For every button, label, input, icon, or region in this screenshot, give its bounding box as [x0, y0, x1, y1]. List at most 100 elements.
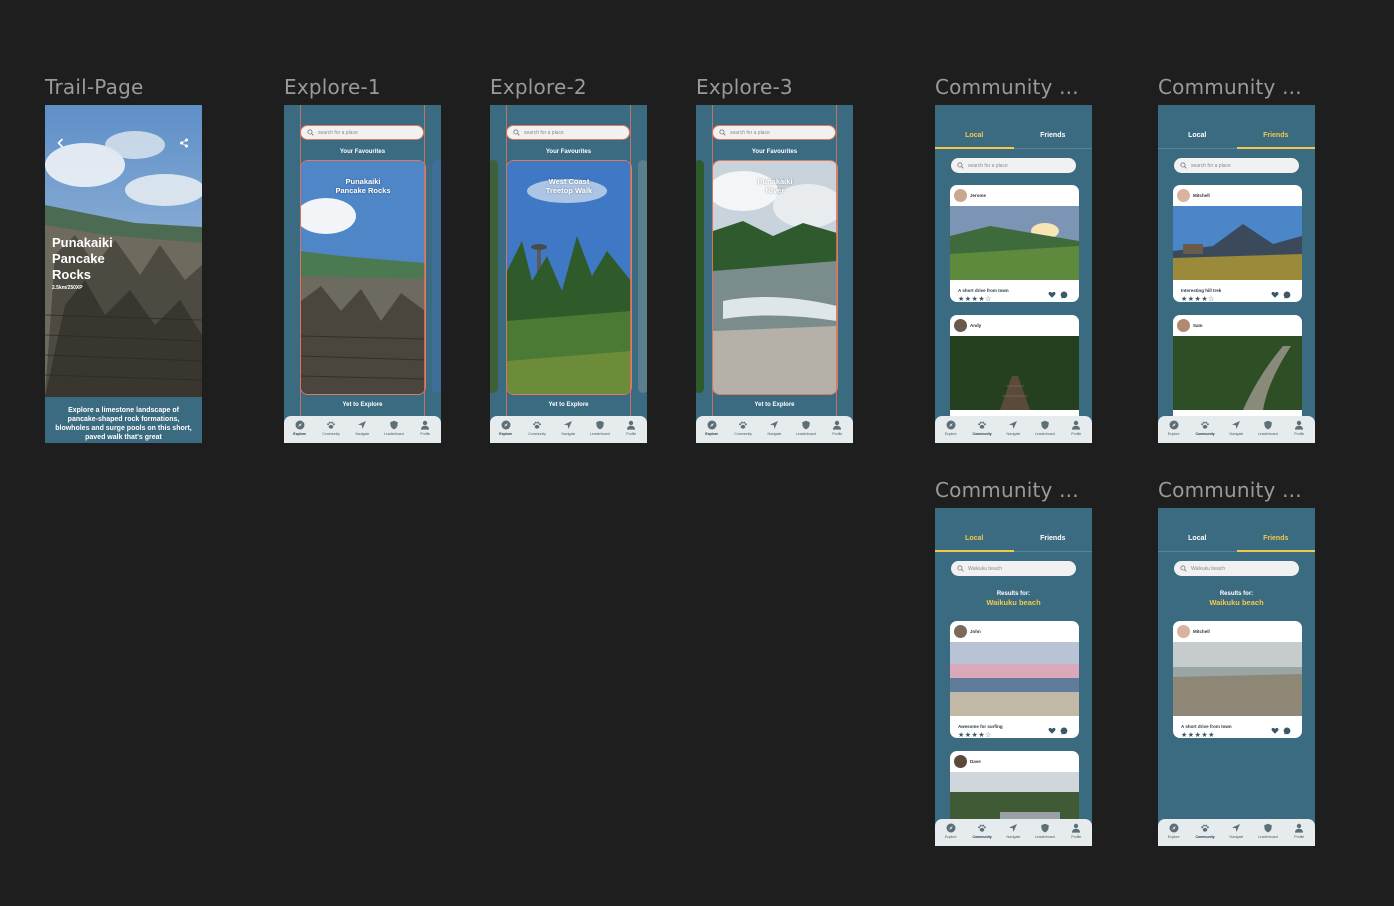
- nav-profile[interactable]: Profile: [1061, 823, 1091, 839]
- nav-leaderboard[interactable]: Leaderboard: [585, 420, 615, 436]
- person-icon: [1071, 420, 1081, 430]
- nav-profile[interactable]: Profile: [410, 420, 440, 436]
- heart-icon[interactable]: [1271, 291, 1279, 298]
- tab-local[interactable]: Local: [935, 131, 1014, 149]
- trail-page-frame[interactable]: Punakaiki Pancake Rocks 2.5km/250XP Expl…: [45, 105, 202, 443]
- previous-card-peek[interactable]: [490, 160, 498, 393]
- nav-community[interactable]: Community: [728, 420, 758, 436]
- comment-icon[interactable]: [1060, 291, 1068, 299]
- nav-navigate[interactable]: Navigate: [998, 420, 1028, 436]
- post-image: [1173, 206, 1302, 280]
- search-input[interactable]: Waikuku beach: [951, 561, 1076, 576]
- previous-card-peek[interactable]: [696, 160, 704, 393]
- nav-navigate[interactable]: Navigate: [759, 420, 789, 436]
- nav-profile[interactable]: Profile: [1061, 420, 1091, 436]
- nav-explore[interactable]: Explore: [1159, 420, 1189, 436]
- search-input[interactable]: search for a place: [300, 125, 424, 140]
- tab-friends[interactable]: Friends: [1236, 534, 1315, 552]
- tab-local[interactable]: Local: [1158, 534, 1237, 552]
- favourite-card[interactable]: Punakaiki River: [712, 160, 838, 395]
- search-input[interactable]: search for a place: [506, 125, 630, 140]
- heart-icon[interactable]: [1048, 291, 1056, 298]
- search-input[interactable]: Waikuku beach: [1174, 561, 1299, 576]
- post-header: Andy: [950, 315, 1079, 336]
- nav-explore[interactable]: Explore: [697, 420, 727, 436]
- nav-leaderboard[interactable]: Leaderboard: [1030, 823, 1060, 839]
- post-card[interactable]: Mitchell A short drive from town ★★★★★: [1173, 621, 1302, 738]
- favourite-card[interactable]: West Coast Treetop Walk: [506, 160, 632, 395]
- nav-label: Navigate: [1006, 835, 1021, 839]
- nav-navigate[interactable]: Navigate: [1221, 420, 1251, 436]
- tab-local[interactable]: Local: [1158, 131, 1237, 149]
- nav-explore[interactable]: Explore: [1159, 823, 1189, 839]
- nav-explore[interactable]: Explore: [285, 420, 315, 436]
- avatar: [1177, 189, 1190, 202]
- nav-community[interactable]: Community: [967, 420, 997, 436]
- post-card[interactable]: Andy: [950, 315, 1079, 432]
- tab-local[interactable]: Local: [935, 534, 1014, 552]
- nav-label: Profile: [832, 432, 843, 436]
- nav-label: Leaderboard: [795, 432, 816, 436]
- nav-leaderboard[interactable]: Leaderboard: [1253, 823, 1283, 839]
- nav-profile[interactable]: Profile: [1284, 420, 1314, 436]
- tab-friends[interactable]: Friends: [1013, 534, 1092, 552]
- nav-leaderboard[interactable]: Leaderboard: [791, 420, 821, 436]
- nav-leaderboard[interactable]: Leaderboard: [379, 420, 409, 436]
- nav-community[interactable]: Community: [1190, 823, 1220, 839]
- nav-explore[interactable]: Explore: [936, 420, 966, 436]
- nav-navigate[interactable]: Navigate: [998, 823, 1028, 839]
- back-chevron-icon[interactable]: [56, 138, 66, 148]
- explore-2-frame[interactable]: search for a place Your Favourites West …: [490, 105, 647, 443]
- nav-community[interactable]: Community: [522, 420, 552, 436]
- explore-3-frame[interactable]: search for a place Your Favourites Punak…: [696, 105, 853, 443]
- search-input[interactable]: search for a place: [1174, 158, 1299, 173]
- nav-explore[interactable]: Explore: [491, 420, 521, 436]
- heart-icon[interactable]: [1048, 727, 1056, 734]
- nav-profile[interactable]: Profile: [616, 420, 646, 436]
- nav-explore[interactable]: Explore: [936, 823, 966, 839]
- share-icon[interactable]: [179, 138, 189, 148]
- nav-community[interactable]: Community: [316, 420, 346, 436]
- community-friends-frame[interactable]: Local Friends search for a place Mitchel…: [1158, 105, 1315, 443]
- community-local-results-frame[interactable]: Local Friends Waikuku beach Results for:…: [935, 508, 1092, 846]
- nav-navigate[interactable]: Navigate: [1221, 823, 1251, 839]
- tab-friends[interactable]: Friends: [1013, 131, 1092, 149]
- nav-label: Navigate: [1229, 835, 1244, 839]
- nav-label: Explore: [293, 432, 307, 436]
- trail-title-line-1: Punakaiki: [52, 235, 113, 250]
- nav-navigate[interactable]: Navigate: [347, 420, 377, 436]
- nav-community[interactable]: Community: [1190, 420, 1220, 436]
- nav-community[interactable]: Community: [967, 823, 997, 839]
- comment-icon[interactable]: [1060, 727, 1068, 735]
- comment-icon[interactable]: [1283, 727, 1291, 735]
- next-card-peek[interactable]: [432, 160, 441, 393]
- nav-profile[interactable]: Profile: [1284, 823, 1314, 839]
- post-card[interactable]: Jerome A short drive from town ★★★★☆: [950, 185, 1079, 302]
- nav-leaderboard[interactable]: Leaderboard: [1030, 420, 1060, 436]
- nav-navigate[interactable]: Navigate: [553, 420, 583, 436]
- favourite-card[interactable]: Punakaiki Pancake Rocks: [300, 160, 426, 395]
- post-card[interactable]: Sam: [1173, 315, 1302, 432]
- comment-icon[interactable]: [1283, 291, 1291, 299]
- explore-1-frame[interactable]: search for a place Your Favourites Punak…: [284, 105, 441, 443]
- post-card[interactable]: John Awesome for surfing ★★★★☆: [950, 621, 1079, 738]
- heart-icon[interactable]: [1271, 727, 1279, 734]
- nav-label: Profile: [1294, 432, 1305, 436]
- card-title-line-1: West Coast: [548, 177, 590, 186]
- search-input[interactable]: search for a place: [951, 158, 1076, 173]
- nav-profile[interactable]: Profile: [822, 420, 852, 436]
- card-image: [301, 161, 425, 394]
- nav-label: Explore: [944, 432, 957, 436]
- community-local-frame[interactable]: Local Friends search for a place Jerome …: [935, 105, 1092, 443]
- card-title: Punakaiki Pancake Rocks: [301, 177, 425, 195]
- search-input[interactable]: search for a place: [712, 125, 836, 140]
- post-footer: Interesting hill trek ★★★★☆: [1173, 285, 1302, 302]
- tab-friends[interactable]: Friends: [1236, 131, 1315, 149]
- next-card-peek[interactable]: [638, 160, 647, 393]
- search-icon: [957, 162, 964, 169]
- post-footer: A short drive from town ★★★★★: [1173, 721, 1302, 738]
- nav-leaderboard[interactable]: Leaderboard: [1253, 420, 1283, 436]
- community-friends-results-frame[interactable]: Local Friends Waikuku beach Results for:…: [1158, 508, 1315, 846]
- post-card[interactable]: Mitchell Interesting hill trek ★★★★☆: [1173, 185, 1302, 302]
- nav-label: Explore: [1167, 835, 1180, 839]
